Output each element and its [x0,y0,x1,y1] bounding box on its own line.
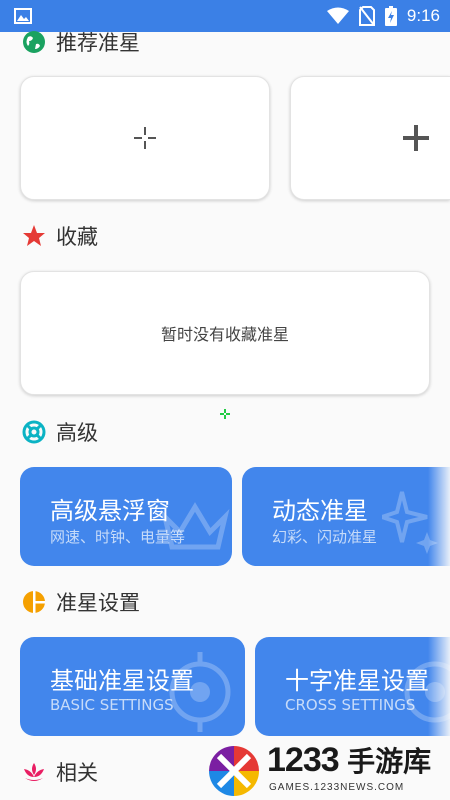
watermark-site: GAMES.1233NEWS.COM [269,782,405,793]
scroll-edge-fade [428,467,450,566]
watermark-number: 1233 [267,741,340,779]
card-subtitle: 幻彩、闪动准星 [272,528,378,546]
card-title: 高级悬浮窗 [50,497,170,525]
scroll-edge-fade [428,637,450,736]
card-title: 十字准星设置 [285,667,429,695]
favorites-empty-card: 暂时没有收藏准星 [20,271,430,395]
card-subtitle: CROSS SETTINGS [285,696,416,714]
section-recommended: 推荐准星 [22,28,140,56]
watermark-logo-icon [209,746,259,796]
no-sim-icon [358,6,375,26]
plus-crosshair-icon [402,125,429,151]
battery-charging-icon [384,6,397,26]
clock: 9:16 [406,6,440,25]
basic-settings-card[interactable]: 基础准星设置 BASIC SETTINGS [20,637,245,736]
section-title: 推荐准星 [56,31,140,55]
watermark-name: 手游库 [347,746,432,777]
section-favorites: 收藏 [22,222,98,250]
wifi-icon [326,7,349,24]
card-subtitle: 网速、时钟、电量等 [50,528,186,546]
crosshair-preset-card[interactable] [20,76,270,200]
lifebuoy-icon [22,420,46,444]
dynamic-crosshair-card[interactable]: 动态准星 幻彩、闪动准星 [242,467,450,566]
section-title: 准星设置 [56,591,140,615]
empty-message: 暂时没有收藏准星 [160,325,289,344]
overlay-crosshair-icon [220,409,230,419]
image-notification-icon [14,8,32,24]
globe-icon [22,30,46,54]
star-icon [22,224,46,248]
section-crosshair-settings: 准星设置 [22,588,140,616]
section-title: 相关 [56,761,98,785]
card-title: 动态准星 [272,497,368,525]
card-title: 基础准星设置 [50,667,194,695]
watermark-title: 1233 手游库 [267,740,431,780]
section-related: 相关 [22,758,98,786]
section-advanced: 高级 [22,418,98,446]
lotus-icon [22,760,46,784]
small-crosshair-icon [134,127,156,149]
crosshair-preset-card[interactable] [290,76,450,200]
card-subtitle: BASIC SETTINGS [50,696,174,714]
pie-chart-icon [22,590,46,614]
site-watermark: 1233 手游库 GAMES.1233NEWS.COM [205,740,450,800]
advanced-floating-window-card[interactable]: 高级悬浮窗 网速、时钟、电量等 [20,467,232,566]
cross-settings-card[interactable]: 十字准星设置 CROSS SETTINGS [255,637,450,736]
section-title: 高级 [56,421,98,445]
section-title: 收藏 [56,225,98,249]
